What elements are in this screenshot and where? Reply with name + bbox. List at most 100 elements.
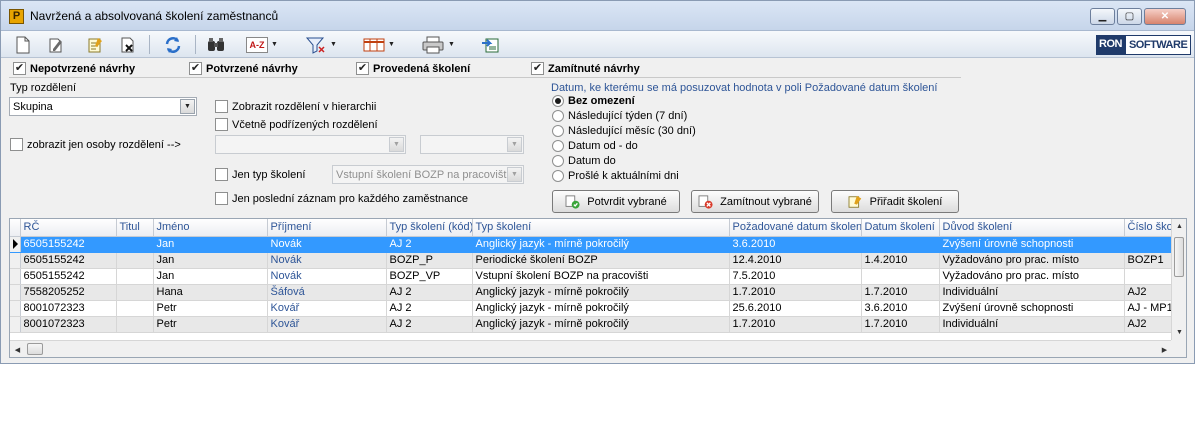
close-button[interactable]: ✕ — [1144, 8, 1186, 25]
filter-nepotvrzene[interactable]: ✔ Nepotvrzené návrhy — [13, 62, 135, 75]
cell-cislo[interactable] — [1124, 236, 1172, 253]
refresh-button[interactable] — [161, 34, 185, 55]
chevron-down-icon[interactable]: ▼ — [180, 99, 195, 114]
cell-cislo[interactable]: AJ2 — [1124, 316, 1172, 333]
column-header-jmeno[interactable]: Jméno — [153, 219, 268, 237]
cell-rc[interactable]: 8001072323 — [20, 300, 117, 317]
cell-titul[interactable] — [116, 236, 154, 253]
cell-titul[interactable] — [116, 284, 154, 301]
cell-typ-kod[interactable]: AJ 2 — [386, 300, 473, 317]
cell-jmeno[interactable]: Jan — [153, 236, 268, 253]
cell-datum-skoleni[interactable]: 1.4.2010 — [861, 252, 940, 269]
cell-typ-kod[interactable]: AJ 2 — [386, 284, 473, 301]
cell-cislo[interactable] — [1124, 268, 1172, 285]
assign-training-button[interactable]: Přiřadit školení — [831, 190, 959, 213]
cell-jmeno[interactable]: Jan — [153, 252, 268, 269]
cell-prijmeni[interactable]: Novák — [267, 252, 387, 269]
cell-pozadovane-datum[interactable]: 12.4.2010 — [729, 252, 862, 269]
cell-duvod[interactable]: Individuální — [939, 316, 1125, 333]
checkbox[interactable] — [10, 138, 23, 151]
chevron-down-icon[interactable]: ▼ — [389, 137, 404, 152]
table-row[interactable]: 7558205252 Hana Šáfová AJ 2 Anglický jaz… — [10, 284, 1172, 301]
columns-button[interactable]: ▼ — [363, 34, 409, 55]
cell-pozadovane-datum[interactable]: 7.5.2010 — [729, 268, 862, 285]
reject-selected-button[interactable]: Zamítnout vybrané — [691, 190, 819, 213]
checkbox[interactable] — [215, 168, 228, 181]
cell-typ-skoleni[interactable]: Anglický jazyk - mírně pokročilý — [472, 300, 730, 317]
checkbox[interactable]: ✔ — [356, 62, 369, 75]
cell-datum-skoleni[interactable] — [861, 236, 940, 253]
column-header-cislo[interactable]: Číslo školení — [1124, 219, 1172, 237]
scroll-left-icon[interactable]: ◀ — [10, 342, 25, 357]
checkbox[interactable] — [215, 100, 228, 113]
cell-rc[interactable]: 7558205252 — [20, 284, 117, 301]
radio-datum-od-do[interactable]: Datum od - do — [552, 140, 638, 152]
cell-prijmeni[interactable]: Šáfová — [267, 284, 387, 301]
jen-osoby-checkbox[interactable]: zobrazit jen osoby rozdělení --> — [10, 138, 181, 151]
scroll-down-icon[interactable]: ▼ — [1172, 325, 1186, 340]
cell-prijmeni[interactable]: Novák — [267, 236, 387, 253]
cell-titul[interactable] — [116, 252, 154, 269]
checkbox[interactable]: ✔ — [531, 62, 544, 75]
radio-prosle[interactable]: Prošlé k aktuálními dni — [552, 170, 679, 182]
print-button[interactable]: ▼ — [421, 34, 467, 55]
cell-prijmeni[interactable]: Kovář — [267, 316, 387, 333]
cell-titul[interactable] — [116, 300, 154, 317]
radio-button[interactable] — [552, 140, 564, 152]
radio-button[interactable] — [552, 170, 564, 182]
cell-typ-skoleni[interactable]: Periodické školení BOZP — [472, 252, 730, 269]
jen-typ-select[interactable]: Vstupní školení BOZP na pracovišti ▼ — [332, 165, 524, 184]
filter-potvrzene[interactable]: ✔ Potvrzené návrhy — [189, 62, 298, 75]
sort-button[interactable]: A-Z ▼ — [246, 34, 292, 55]
cell-pozadovane-datum[interactable]: 1.7.2010 — [729, 284, 862, 301]
podrizene-checkbox[interactable]: Včetně podřízených rozdělení — [215, 118, 378, 131]
cell-jmeno[interactable]: Petr — [153, 316, 268, 333]
radio-button[interactable] — [552, 155, 564, 167]
rozdeleni-select[interactable]: ▼ — [215, 135, 406, 154]
cell-typ-skoleni[interactable]: Vstupní školení BOZP na pracovišti — [472, 268, 730, 285]
find-button[interactable] — [204, 34, 228, 55]
column-header-titul[interactable]: Titul — [116, 219, 154, 237]
radio-bez-omezeni[interactable]: Bez omezení — [552, 95, 635, 107]
delete-button[interactable] — [117, 34, 139, 55]
cell-duvod[interactable]: Vyžadováno pro prac. místo — [939, 252, 1125, 269]
cell-prijmeni[interactable]: Kovář — [267, 300, 387, 317]
cell-typ-kod[interactable]: AJ 2 — [386, 236, 473, 253]
cell-jmeno[interactable]: Jan — [153, 268, 268, 285]
notes-button[interactable] — [84, 34, 106, 55]
cell-titul[interactable] — [116, 268, 154, 285]
hierarchie-checkbox[interactable]: Zobrazit rozdělení v hierarchii — [215, 100, 376, 113]
filter-provedena[interactable]: ✔ Provedená školení — [356, 62, 470, 75]
cell-typ-kod[interactable]: BOZP_P — [386, 252, 473, 269]
cell-duvod[interactable]: Vyžadováno pro prac. místo — [939, 268, 1125, 285]
checkbox[interactable]: ✔ — [189, 62, 202, 75]
checkbox[interactable] — [215, 118, 228, 131]
jen-typ-checkbox[interactable]: Jen typ školení — [215, 168, 305, 181]
checkbox[interactable] — [215, 192, 228, 205]
horizontal-scrollbar[interactable]: ◀ ▶ — [10, 340, 1172, 357]
table-row[interactable]: 6505155242 Jan Novák BOZP_P Periodické š… — [10, 252, 1172, 269]
column-header-datum-skoleni[interactable]: Datum školení — [861, 219, 940, 237]
filter-button[interactable]: ▼ — [305, 34, 351, 55]
cell-datum-skoleni[interactable]: 3.6.2010 — [861, 300, 940, 317]
chevron-down-icon[interactable]: ▼ — [507, 137, 522, 152]
cell-titul[interactable] — [116, 316, 154, 333]
column-header-duvod[interactable]: Důvod školení — [939, 219, 1125, 237]
confirm-selected-button[interactable]: Potvrdit vybrané — [552, 190, 680, 213]
rozdeleni-sub-select[interactable]: ▼ — [420, 135, 524, 154]
cell-typ-kod[interactable]: AJ 2 — [386, 316, 473, 333]
scroll-thumb[interactable] — [27, 343, 43, 355]
scroll-thumb[interactable] — [1174, 237, 1184, 277]
cell-pozadovane-datum[interactable]: 1.7.2010 — [729, 316, 862, 333]
export-button[interactable] — [479, 34, 503, 55]
table-row[interactable]: 8001072323 Petr Kovář AJ 2 Anglický jazy… — [10, 300, 1172, 317]
radio-button[interactable] — [552, 95, 564, 107]
filter-zamitnute[interactable]: ✔ Zamítnuté návrhy — [531, 62, 640, 75]
cell-datum-skoleni[interactable] — [861, 268, 940, 285]
cell-typ-skoleni[interactable]: Anglický jazyk - mírně pokročilý — [472, 236, 730, 253]
cell-pozadovane-datum[interactable]: 3.6.2010 — [729, 236, 862, 253]
radio-datum-do[interactable]: Datum do — [552, 155, 616, 167]
table-row[interactable]: 6505155242 Jan Novák AJ 2 Anglický jazyk… — [10, 236, 1172, 253]
cell-prijmeni[interactable]: Novák — [267, 268, 387, 285]
column-header-typ-skoleni[interactable]: Typ školení — [472, 219, 730, 237]
